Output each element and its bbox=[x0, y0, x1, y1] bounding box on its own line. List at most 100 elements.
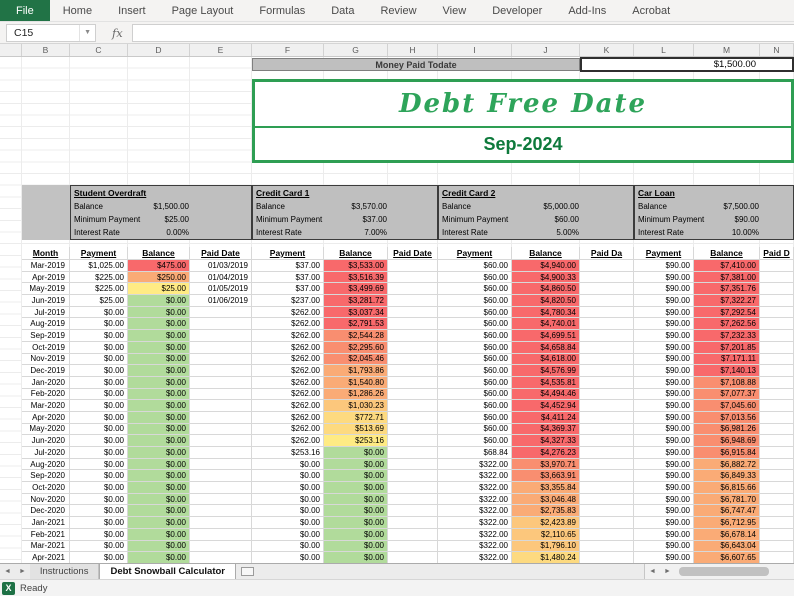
cell-paid-date[interactable] bbox=[580, 411, 634, 424]
cell-payment[interactable]: $60.00 bbox=[438, 341, 512, 354]
cell-balance[interactable]: $0.00 bbox=[324, 552, 388, 563]
column-header-m[interactable]: M bbox=[694, 44, 760, 56]
column-header-c[interactable]: C bbox=[70, 44, 128, 56]
cell-paid-date[interactable] bbox=[388, 540, 438, 553]
cell-balance[interactable]: $0.00 bbox=[324, 540, 388, 553]
cell-paid-date[interactable] bbox=[760, 540, 794, 553]
column-header-n[interactable]: N bbox=[760, 44, 794, 56]
cell-paid-date[interactable] bbox=[580, 517, 634, 529]
cell-month[interactable]: Aug-2020 bbox=[22, 458, 70, 471]
cell-paid-date[interactable] bbox=[190, 411, 252, 424]
debt-interest-rate-value[interactable]: 7.00% bbox=[364, 228, 437, 237]
cell-payment[interactable]: $0.00 bbox=[252, 470, 324, 483]
column-header-e[interactable]: E bbox=[190, 44, 252, 56]
cell-balance[interactable]: $3,499.69 bbox=[324, 283, 388, 296]
cell-paid-date[interactable] bbox=[388, 458, 438, 471]
debt-minimum-payment-value[interactable]: $60.00 bbox=[555, 215, 633, 224]
cell-payment[interactable]: $37.00 bbox=[252, 271, 324, 284]
cell-balance[interactable]: $7,171.11 bbox=[694, 353, 760, 366]
cell-payment[interactable]: $322.00 bbox=[438, 517, 512, 529]
cell-paid-date[interactable] bbox=[580, 400, 634, 412]
debt-name[interactable]: Credit Card 1 bbox=[253, 186, 437, 200]
cell-balance[interactable]: $0.00 bbox=[324, 528, 388, 541]
cell-paid-date[interactable] bbox=[760, 295, 794, 307]
cell-balance[interactable]: $2,295.60 bbox=[324, 341, 388, 354]
cell-balance[interactable]: $3,037.34 bbox=[324, 306, 388, 319]
cell-payment[interactable]: $0.00 bbox=[70, 376, 128, 389]
cell-paid-date[interactable] bbox=[388, 295, 438, 307]
cell-balance[interactable]: $0.00 bbox=[128, 306, 190, 319]
cell-payment[interactable]: $1,025.00 bbox=[70, 260, 128, 272]
cell-balance[interactable]: $4,780.34 bbox=[512, 306, 580, 319]
money-paid-label-cell[interactable]: Money Paid Todate bbox=[252, 58, 580, 71]
cell-balance[interactable]: $0.00 bbox=[324, 517, 388, 529]
cell-balance[interactable]: $7,140.13 bbox=[694, 365, 760, 377]
cell-payment[interactable]: $0.00 bbox=[70, 388, 128, 401]
cell-month[interactable]: Oct-2019 bbox=[22, 341, 70, 354]
cell-paid-date[interactable] bbox=[190, 353, 252, 366]
debt-minimum-payment-value[interactable]: $37.00 bbox=[363, 215, 437, 224]
cell-paid-date[interactable] bbox=[760, 517, 794, 529]
cell-balance[interactable]: $0.00 bbox=[128, 400, 190, 412]
cell-balance[interactable]: $0.00 bbox=[128, 353, 190, 366]
sheet-tab-instructions[interactable]: Instructions bbox=[29, 564, 100, 579]
cell-balance[interactable]: $0.00 bbox=[128, 517, 190, 529]
cell-paid-date[interactable] bbox=[190, 447, 252, 459]
cell-balance[interactable]: $0.00 bbox=[128, 376, 190, 389]
debt-name[interactable]: Student Overdraft bbox=[71, 186, 251, 200]
cell-paid-date[interactable] bbox=[190, 376, 252, 389]
cell-paid-date[interactable] bbox=[580, 271, 634, 284]
cell-paid-date[interactable] bbox=[388, 353, 438, 366]
cell-balance[interactable]: $1,793.86 bbox=[324, 365, 388, 377]
cell-paid-date[interactable] bbox=[190, 470, 252, 483]
cell-payment[interactable]: $0.00 bbox=[70, 353, 128, 366]
cell-payment[interactable]: $262.00 bbox=[252, 400, 324, 412]
cell-paid-date[interactable]: 01/04/2019 bbox=[190, 271, 252, 284]
cell-payment[interactable]: $262.00 bbox=[252, 365, 324, 377]
cell-balance[interactable]: $0.00 bbox=[128, 482, 190, 494]
cell-paid-date[interactable] bbox=[190, 505, 252, 518]
cell-paid-date[interactable] bbox=[190, 388, 252, 401]
cell-paid-date[interactable] bbox=[388, 528, 438, 541]
cell-balance[interactable]: $2,544.28 bbox=[324, 330, 388, 342]
cell-month[interactable]: Aug-2019 bbox=[22, 318, 70, 331]
cell-payment[interactable]: $225.00 bbox=[70, 271, 128, 284]
cell-payment[interactable]: $0.00 bbox=[70, 400, 128, 412]
cell-balance[interactable]: $0.00 bbox=[128, 411, 190, 424]
cell-payment[interactable]: $0.00 bbox=[70, 306, 128, 319]
debt-free-date-value[interactable]: Sep-2024 bbox=[255, 128, 791, 160]
cell-balance[interactable]: $2,735.83 bbox=[512, 505, 580, 518]
cell-payment[interactable]: $0.00 bbox=[70, 482, 128, 494]
cell-payment[interactable]: $322.00 bbox=[438, 540, 512, 553]
cell-payment[interactable]: $68.84 bbox=[438, 447, 512, 459]
cell-payment[interactable]: $0.00 bbox=[252, 552, 324, 563]
cell-balance[interactable]: $513.69 bbox=[324, 423, 388, 436]
cell-paid-date[interactable] bbox=[760, 306, 794, 319]
column-header-l[interactable]: L bbox=[634, 44, 694, 56]
cell-payment[interactable]: $60.00 bbox=[438, 295, 512, 307]
cell-payment[interactable]: $262.00 bbox=[252, 353, 324, 366]
cell-paid-date[interactable] bbox=[760, 528, 794, 541]
cell-payment[interactable]: $60.00 bbox=[438, 423, 512, 436]
cell-payment[interactable]: $60.00 bbox=[438, 353, 512, 366]
cell-month[interactable]: Oct-2020 bbox=[22, 482, 70, 494]
cell-paid-date[interactable] bbox=[190, 423, 252, 436]
cell-paid-date[interactable] bbox=[760, 400, 794, 412]
cell-balance[interactable]: $475.00 bbox=[128, 260, 190, 272]
cell-balance[interactable]: $7,045.60 bbox=[694, 400, 760, 412]
cell-payment[interactable]: $60.00 bbox=[438, 435, 512, 447]
cell-paid-date[interactable] bbox=[580, 435, 634, 447]
cell-payment[interactable]: $262.00 bbox=[252, 376, 324, 389]
cell-balance[interactable]: $4,900.33 bbox=[512, 271, 580, 284]
cell-balance[interactable]: $4,576.99 bbox=[512, 365, 580, 377]
cell-balance[interactable]: $3,355.84 bbox=[512, 482, 580, 494]
cell-month[interactable]: Feb-2020 bbox=[22, 388, 70, 401]
cell-payment[interactable]: $0.00 bbox=[70, 505, 128, 518]
cell-paid-date[interactable] bbox=[190, 482, 252, 494]
cell-balance[interactable]: $7,410.00 bbox=[694, 260, 760, 272]
cell-payment[interactable]: $60.00 bbox=[438, 330, 512, 342]
cell-paid-date[interactable] bbox=[580, 505, 634, 518]
cell-payment[interactable]: $0.00 bbox=[252, 528, 324, 541]
cell-payment[interactable]: $90.00 bbox=[634, 552, 694, 563]
cell-payment[interactable]: $262.00 bbox=[252, 423, 324, 436]
